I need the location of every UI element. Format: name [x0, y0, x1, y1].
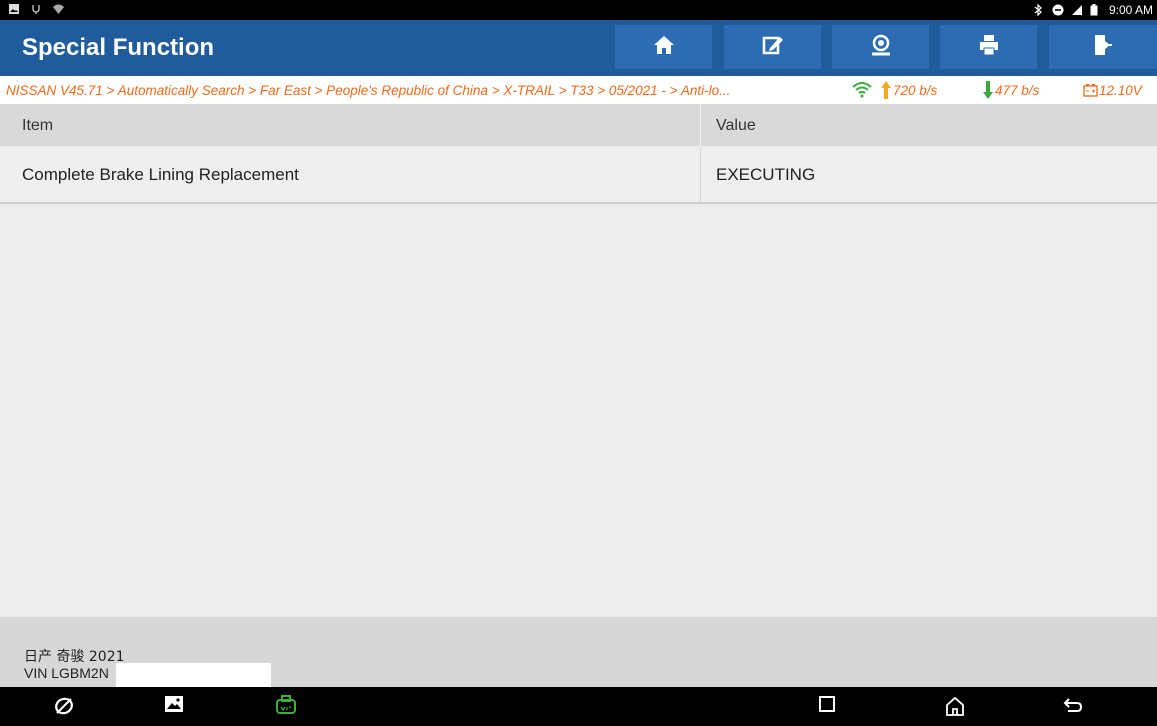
remote-support-button[interactable] [832, 25, 929, 69]
app-header: Special Function [0, 20, 1157, 76]
table-header: Item Value [0, 104, 1157, 146]
car-battery-icon [1083, 83, 1098, 102]
status-bar: 9:00 AM [0, 0, 1157, 20]
voltage-reading: 12.10V [1099, 83, 1142, 98]
wifi-status-icon [52, 3, 64, 15]
clock: 9:00 AM [1108, 3, 1153, 17]
gallery-icon [164, 695, 184, 718]
recent-apps-button[interactable] [818, 695, 836, 718]
table-row[interactable]: Complete Brake Lining Replacement EXECUT… [0, 147, 1157, 204]
browser-icon [53, 695, 75, 722]
wifi-signal-icon [852, 81, 872, 104]
android-home-button[interactable] [944, 695, 966, 722]
edit-report-button[interactable] [724, 25, 821, 69]
breadcrumb: NISSAN V45.71 > Automatically Search > F… [6, 83, 731, 98]
vin-number: VIN LGBM2N [24, 665, 109, 681]
vehicle-info-footer: 日产 奇骏 2021 VIN LGBM2N [0, 617, 1157, 695]
back-icon [1062, 695, 1084, 720]
vci-button[interactable] [275, 695, 297, 722]
home-icon [653, 34, 675, 61]
column-divider [700, 147, 701, 202]
upload-rate: 720 b/s [893, 83, 938, 98]
do-not-disturb-icon [1052, 4, 1064, 16]
back-button[interactable] [1062, 695, 1084, 720]
page-title: Special Function [22, 34, 215, 61]
download-arrow-icon [982, 80, 994, 105]
upload-arrow-icon [880, 80, 892, 105]
exit-button[interactable] [1049, 25, 1157, 69]
screenshot-notification-icon [8, 3, 20, 15]
usb-debug-icon [30, 3, 42, 15]
gallery-button[interactable] [164, 695, 184, 718]
row-value-cell: EXECUTING [716, 165, 816, 184]
signal-icon [1071, 4, 1083, 16]
navigation-bar [0, 687, 1157, 726]
remote-support-icon [869, 34, 893, 61]
vci-icon [275, 695, 297, 722]
download-rate: 477 b/s [995, 83, 1040, 98]
edit-report-icon [762, 34, 784, 61]
print-icon [978, 34, 1000, 61]
home-button[interactable] [615, 25, 712, 69]
battery-icon [1090, 4, 1102, 16]
recent-apps-icon [818, 695, 836, 718]
row-item-cell: Complete Brake Lining Replacement [22, 165, 299, 184]
home-icon [944, 695, 966, 722]
exit-icon [1093, 34, 1113, 61]
column-divider [700, 104, 701, 146]
column-header-value: Value [716, 117, 756, 134]
print-button[interactable] [940, 25, 1037, 69]
column-header-item: Item [22, 117, 54, 134]
bluetooth-icon [1033, 3, 1045, 17]
vehicle-model: 日产 奇骏 2021 [24, 649, 125, 665]
breadcrumb-bar: NISSAN V45.71 > Automatically Search > F… [0, 76, 1157, 104]
browser-button[interactable] [53, 695, 75, 722]
